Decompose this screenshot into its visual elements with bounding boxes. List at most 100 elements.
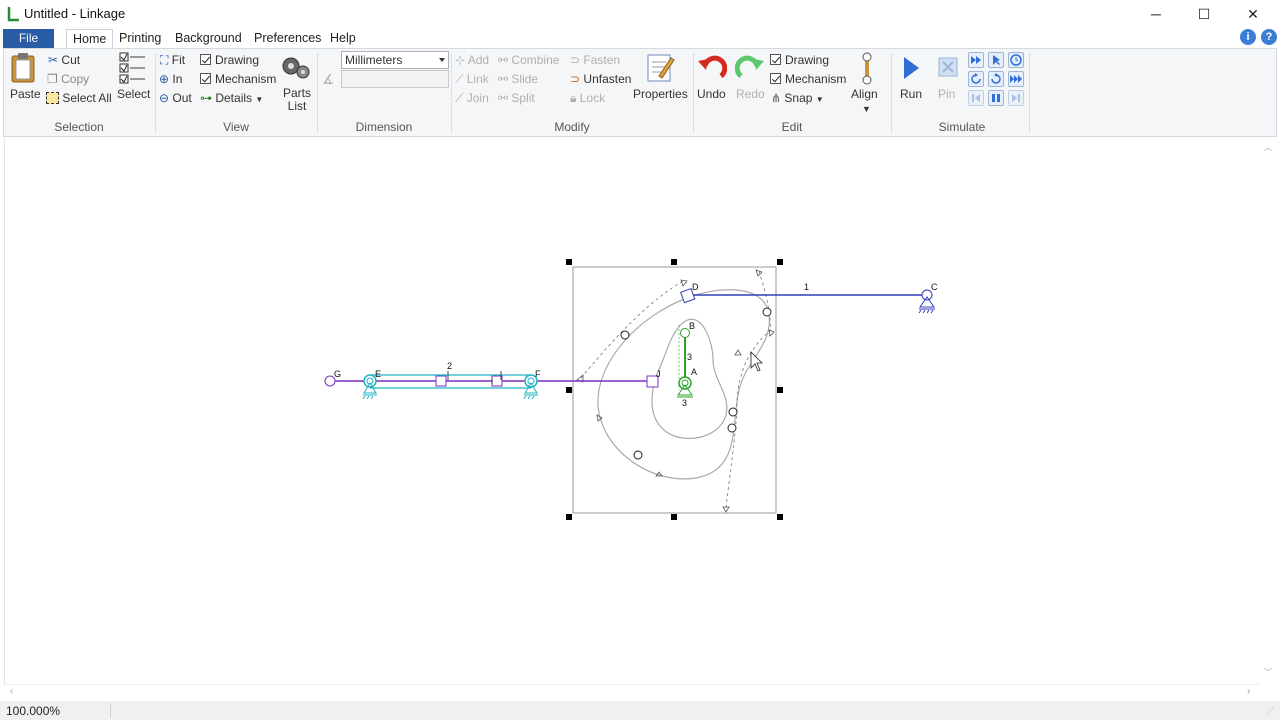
- timer-icon[interactable]: [1008, 52, 1024, 68]
- run-play-icon[interactable]: [901, 55, 921, 81]
- fasten-button[interactable]: ⊃ Fasten: [570, 53, 620, 67]
- fast-forward-end-icon[interactable]: [1008, 71, 1024, 87]
- cursor-icon[interactable]: [988, 52, 1004, 68]
- maximize-button[interactable]: ☐: [1181, 0, 1227, 28]
- fit-button[interactable]: ⛶ Fit: [160, 53, 185, 68]
- dimension-angle-icon: ∡: [322, 71, 335, 87]
- undo-icon[interactable]: [697, 52, 727, 82]
- tab-help[interactable]: Help: [330, 29, 356, 48]
- link-button[interactable]: ⟋ Link: [455, 72, 489, 87]
- horizontal-scrollbar[interactable]: ‹ ›: [4, 684, 1259, 701]
- snap-magnet-icon: ⋔: [771, 91, 782, 105]
- join-icon: ⟋: [455, 91, 464, 105]
- vertical-scrollbar[interactable]: ︿ ﹀: [1259, 139, 1277, 684]
- redo-button[interactable]: Redo: [736, 87, 765, 101]
- join-label: Join: [466, 91, 489, 105]
- lock-button[interactable]: 🔒︎ Lock: [570, 91, 605, 106]
- align-chevron-down-icon[interactable]: ▼: [862, 104, 871, 114]
- dimension-input[interactable]: [341, 70, 449, 88]
- fit-icon: ⛶: [160, 53, 169, 67]
- reset-icon[interactable]: [968, 71, 984, 87]
- copy-button[interactable]: ❐ Copy: [47, 72, 89, 86]
- pause-icon[interactable]: [988, 90, 1004, 106]
- info-icon[interactable]: i: [1240, 29, 1256, 45]
- pin-button[interactable]: Pin: [938, 87, 955, 101]
- fast-forward-icon[interactable]: [968, 52, 984, 68]
- zoom-out-button[interactable]: ⊖ Out: [159, 91, 192, 105]
- properties-icon[interactable]: [645, 52, 675, 84]
- close-button[interactable]: ✕: [1230, 0, 1276, 28]
- select-all-button[interactable]: Select All: [46, 91, 112, 105]
- anchor-a[interactable]: [678, 376, 692, 390]
- minimize-button[interactable]: ─: [1133, 0, 1179, 28]
- lock-label: Lock: [579, 91, 606, 105]
- select-checklist-icon[interactable]: [119, 52, 147, 86]
- units-select[interactable]: Millimeters: [341, 51, 449, 69]
- scroll-right-icon[interactable]: ›: [1247, 686, 1250, 697]
- file-menu[interactable]: File: [3, 29, 54, 48]
- zoom-in-icon: ⊕: [159, 72, 170, 86]
- skip-end-icon[interactable]: [1008, 90, 1024, 106]
- zoom-level: 100.000%: [6, 704, 61, 718]
- help-icon[interactable]: ?: [1261, 29, 1277, 45]
- split-button[interactable]: ⚯ Split: [498, 91, 535, 105]
- slider-mid-1[interactable]: [435, 375, 447, 387]
- pin-icon[interactable]: [937, 55, 959, 79]
- scroll-up-icon[interactable]: ︿: [1264, 142, 1272, 153]
- join-button[interactable]: ⟋ Join: [455, 91, 489, 106]
- link-label: Link: [466, 72, 489, 86]
- zoom-out-icon: ⊖: [159, 91, 170, 105]
- align-button[interactable]: Align: [851, 87, 878, 101]
- unfasten-button[interactable]: ⊃ Unfasten: [570, 72, 631, 86]
- add-icon: ⊹: [455, 53, 466, 67]
- redo-icon[interactable]: [735, 52, 765, 82]
- tab-background[interactable]: Background: [175, 29, 242, 48]
- edit-mechanism-checkbox[interactable]: Mechanism: [770, 72, 846, 86]
- paste-icon[interactable]: [9, 52, 39, 84]
- paste-button[interactable]: Paste: [10, 87, 41, 101]
- combine-button[interactable]: ⚯ Combine: [498, 53, 559, 67]
- select-button[interactable]: Select: [117, 87, 150, 101]
- skip-start-icon[interactable]: [968, 90, 984, 106]
- mechanism-drawing[interactable]: 1 2 3 3 A B C D E F G I J: [5, 139, 1260, 684]
- undo-button[interactable]: Undo: [697, 87, 726, 101]
- title-bar: Untitled - Linkage ─ ☐ ✕: [0, 0, 1280, 28]
- resize-grip-icon[interactable]: ⋰: [1266, 706, 1274, 715]
- chevron-down-icon: [439, 58, 445, 62]
- tab-home[interactable]: Home: [66, 29, 114, 50]
- tab-printing[interactable]: Printing: [119, 29, 161, 48]
- align-icon[interactable]: [858, 52, 876, 86]
- run-button[interactable]: Run: [900, 87, 922, 101]
- zoom-in-button[interactable]: ⊕ In: [159, 72, 182, 86]
- snap-dropdown[interactable]: ⋔ Snap ▼: [771, 91, 824, 105]
- view-mechanism-checkbox[interactable]: Mechanism: [200, 72, 276, 86]
- add-button[interactable]: ⊹ Add: [455, 53, 489, 67]
- cut-button[interactable]: ✂ Cut: [48, 53, 80, 67]
- details-dropdown[interactable]: ⊶ Details ▼: [200, 91, 263, 105]
- parts-list-icon[interactable]: [281, 54, 311, 82]
- scroll-left-icon[interactable]: ‹: [10, 686, 13, 697]
- tab-preferences[interactable]: Preferences: [254, 29, 321, 48]
- edit-drawing-checkbox[interactable]: Drawing: [770, 53, 829, 67]
- slide-icon: ⚯: [498, 72, 509, 86]
- menu-bar: File Home Printing Background Preference…: [0, 28, 1280, 50]
- joint-label-j: J: [656, 369, 661, 379]
- select-all-label: Select All: [62, 91, 112, 105]
- parts-list-button[interactable]: Parts List: [283, 87, 311, 113]
- mechanism-canvas[interactable]: 1 2 3 3 A B C D E F G I J: [4, 139, 1259, 684]
- checkbox-checked-icon: [200, 54, 211, 65]
- scroll-down-icon[interactable]: ﹀: [1264, 667, 1272, 678]
- joint-label-i: I: [491, 379, 493, 386]
- selection-group-label: Selection: [54, 120, 104, 134]
- drawing-points[interactable]: [620, 307, 772, 460]
- joint-label-a: A: [691, 367, 697, 377]
- joint-label-d: D: [692, 282, 699, 292]
- view-drawing-checkbox[interactable]: Drawing: [200, 53, 259, 67]
- slide-button[interactable]: ⚯ Slide: [498, 72, 538, 86]
- redo-sim-icon[interactable]: [988, 71, 1004, 87]
- joint-label-e: E: [375, 369, 381, 379]
- unfasten-label: Unfasten: [583, 72, 632, 86]
- snap-label: Snap: [784, 91, 813, 105]
- window-title: Untitled - Linkage: [24, 6, 126, 21]
- properties-button[interactable]: Properties: [633, 87, 688, 101]
